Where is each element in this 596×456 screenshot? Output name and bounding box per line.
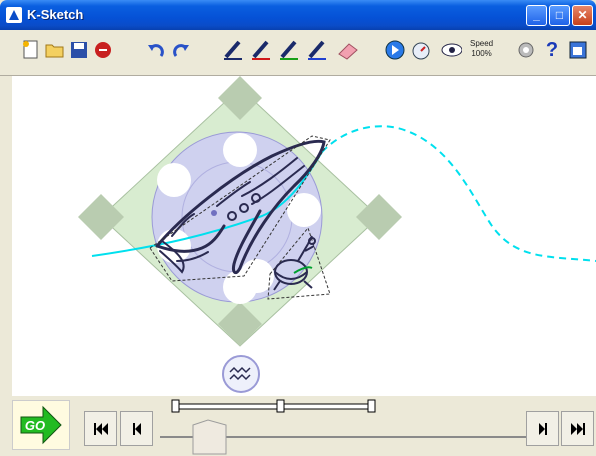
playback-bar: GO (0, 396, 596, 456)
play-circle-icon[interactable] (384, 36, 406, 64)
selection-handle-left (78, 194, 124, 240)
motion-path-dashed (321, 125, 596, 262)
speed-label: Speed (470, 39, 494, 48)
eye-view-icon[interactable] (440, 36, 462, 64)
toolbar: Speed 100% ? (0, 30, 596, 76)
k-sketch-window: K-Sketch _ □ ✕ Speed 100% ? GO (0, 0, 596, 456)
minimize-button[interactable]: _ (526, 5, 547, 26)
go-label: GO (25, 418, 45, 433)
close-button[interactable]: ✕ (572, 5, 593, 26)
pen-black-icon[interactable] (222, 36, 244, 64)
window-restore-icon[interactable] (567, 36, 589, 64)
help-icon[interactable]: ? (541, 36, 563, 64)
drawing-canvas[interactable] (12, 76, 596, 396)
eraser-icon[interactable] (336, 36, 358, 64)
keyframe-marker-start (171, 399, 180, 413)
motion-mode-button (222, 355, 260, 393)
window-title: K-Sketch (27, 7, 84, 22)
new-file-icon[interactable] (20, 36, 42, 64)
app-icon (6, 7, 22, 23)
maximize-button[interactable]: □ (549, 5, 570, 26)
timeline-slider-thumb (192, 419, 227, 455)
skip-start-button[interactable] (84, 411, 117, 446)
pen-red-icon[interactable] (250, 36, 272, 64)
timer-icon[interactable] (410, 36, 432, 64)
settings-gear-icon[interactable] (515, 36, 537, 64)
speed-indicator[interactable]: Speed 100% (470, 39, 493, 59)
open-folder-icon[interactable] (44, 36, 66, 64)
skip-end-button[interactable] (561, 411, 594, 446)
step-forward-button[interactable] (526, 411, 559, 446)
go-button[interactable]: GO (12, 400, 70, 450)
title-bar: K-Sketch _ □ ✕ (0, 0, 596, 30)
pen-green-icon[interactable] (278, 36, 300, 64)
step-back-button[interactable] (120, 411, 153, 446)
selection-handle-right (356, 194, 402, 240)
keyframe-marker-mid (276, 399, 285, 413)
redo-icon[interactable] (170, 36, 192, 64)
keyframe-marker-end (367, 399, 376, 413)
undo-icon[interactable] (145, 36, 167, 64)
pen-blue-icon[interactable] (306, 36, 328, 64)
stop-record-icon[interactable] (92, 36, 114, 64)
save-disk-icon[interactable] (68, 36, 90, 64)
timeline[interactable] (160, 396, 530, 456)
speed-value: 100% (471, 49, 492, 58)
